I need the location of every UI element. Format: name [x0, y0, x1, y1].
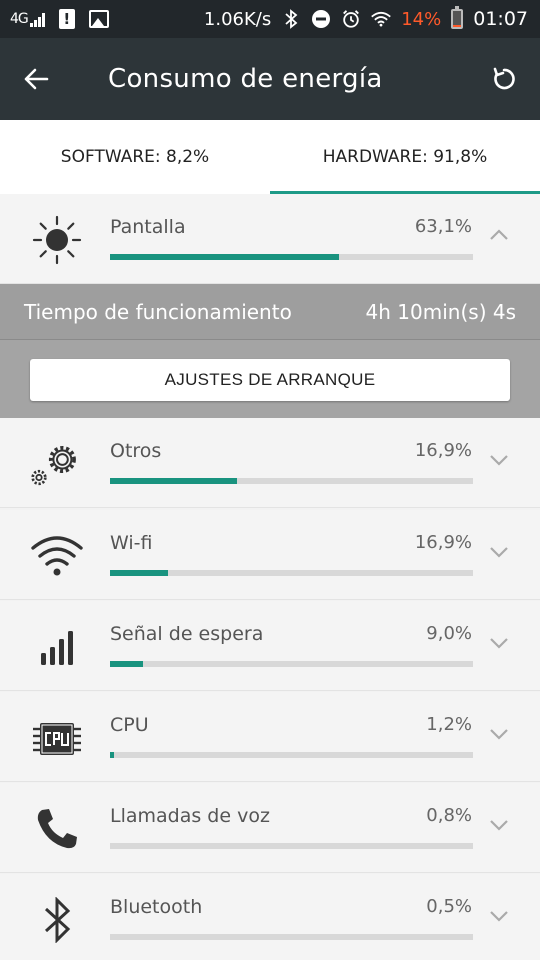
usage-item-otros[interactable]: Otros 16,9% [0, 418, 540, 508]
usage-bar-fill [110, 661, 143, 667]
usage-bar [110, 570, 473, 576]
usage-bar [110, 843, 473, 849]
wifi-status-icon [371, 9, 392, 29]
item-label: Wi-fi [110, 532, 153, 554]
chevron-down-icon[interactable] [488, 722, 510, 744]
usage-bar [110, 254, 473, 260]
mobile-signal-icon: 4G [10, 11, 45, 27]
item-percent: 0,5% [426, 896, 472, 917]
wifi-icon [30, 534, 84, 578]
battery-percent: 14% [401, 8, 442, 30]
phone-icon [30, 807, 84, 851]
item-label: Otros [110, 440, 162, 462]
startup-settings-button[interactable]: AJUSTES DE ARRANQUE [30, 359, 510, 401]
alert-notification-icon: ! [58, 9, 75, 29]
tab-bar: SOFTWARE: 8,2% HARDWARE: 91,8% [0, 120, 540, 194]
alarm-icon [341, 9, 361, 29]
bluetooth-status-icon [281, 9, 301, 29]
usage-item-senal-de-espera[interactable]: Señal de espera 9,0% [0, 601, 540, 691]
item-percent: 16,9% [414, 532, 472, 553]
usage-item-cpu[interactable]: CPU 1,2% [0, 692, 540, 782]
app-bar: Consumo de energía [0, 38, 540, 120]
chevron-down-icon[interactable] [488, 448, 510, 470]
network-type: 4G [10, 11, 29, 27]
item-percent: 16,9% [414, 440, 472, 461]
item-percent: 63,1% [414, 216, 472, 237]
usage-bar-fill [110, 570, 169, 576]
sun-icon [30, 215, 84, 265]
do-not-disturb-icon [311, 9, 331, 29]
usage-item-pantalla[interactable]: Pantalla 63,1% [0, 194, 540, 284]
startup-settings-panel: AJUSTES DE ARRANQUE [0, 340, 540, 418]
uptime-label: Tiempo de funcionamiento [24, 299, 292, 324]
usage-item-wifi[interactable]: Wi-fi 16,9% [0, 510, 540, 600]
network-speed: 1.06K/s [203, 8, 272, 30]
uptime-row: Tiempo de funcionamiento 4h 10min(s) 4s [0, 284, 540, 340]
usage-bar [110, 661, 473, 667]
tab-hardware[interactable]: HARDWARE: 91,8% [270, 120, 540, 194]
status-bar: 4G ! 1.06K/s 14% 01:07 [0, 0, 540, 38]
bluetooth-icon [30, 897, 84, 943]
uptime-value: 4h 10min(s) 4s [365, 299, 516, 324]
item-percent: 9,0% [426, 623, 472, 644]
chevron-down-icon[interactable] [488, 813, 510, 835]
item-label: CPU [110, 714, 149, 736]
item-percent: 1,2% [426, 714, 472, 735]
battery-icon [451, 6, 464, 29]
cpu-icon [30, 716, 84, 760]
chevron-down-icon[interactable] [488, 904, 510, 926]
image-notification-icon [88, 10, 109, 28]
usage-bar-fill [110, 478, 238, 484]
item-label: Llamadas de voz [110, 805, 270, 827]
back-arrow-icon[interactable] [0, 38, 72, 120]
page-title: Consumo de energía [108, 64, 383, 94]
usage-item-llamadas-de-voz[interactable]: Llamadas de voz 0,8% [0, 783, 540, 873]
item-label: Pantalla [110, 216, 186, 238]
signal-icon [30, 625, 84, 669]
refresh-icon[interactable] [468, 38, 540, 120]
gears-icon [30, 442, 84, 486]
usage-item-bluetooth[interactable]: Bluetooth 0,5% [0, 874, 540, 960]
item-label: Señal de espera [110, 623, 264, 645]
chevron-down-icon[interactable] [488, 540, 510, 562]
usage-bar [110, 752, 473, 758]
item-label: Bluetooth [110, 896, 203, 918]
chevron-down-icon[interactable] [488, 631, 510, 653]
clock: 01:07 [473, 8, 528, 30]
tab-software[interactable]: SOFTWARE: 8,2% [0, 120, 270, 194]
chevron-up-icon[interactable] [488, 224, 510, 246]
usage-bar-fill [110, 254, 340, 260]
usage-bar [110, 934, 473, 940]
item-percent: 0,8% [426, 805, 472, 826]
usage-bar [110, 478, 473, 484]
usage-bar-fill [110, 752, 115, 758]
